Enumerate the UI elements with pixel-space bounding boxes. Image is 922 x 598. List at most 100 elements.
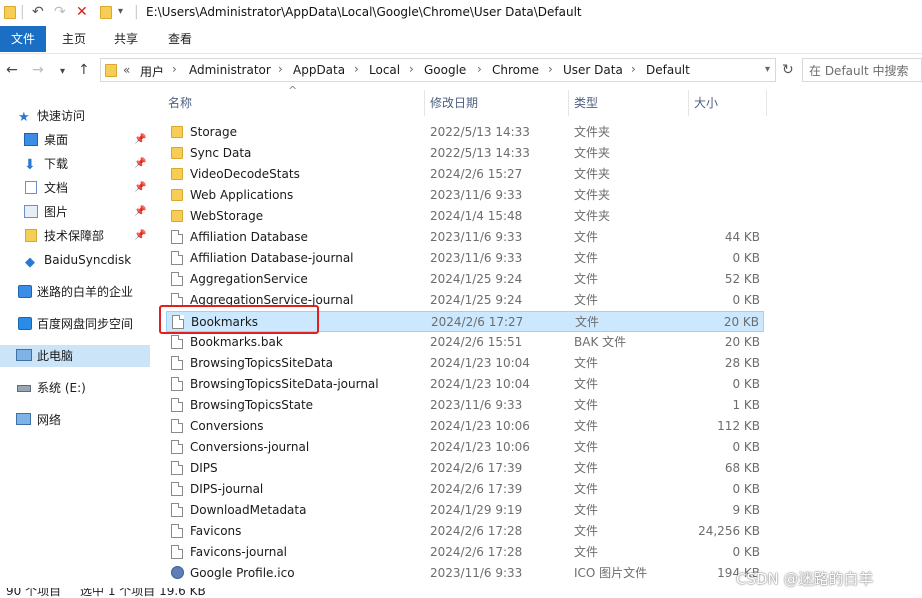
tab-file[interactable]: 文件 [0, 26, 46, 52]
file-date: 2024/2/6 17:27 [431, 315, 524, 329]
up-icon[interactable]: ↑ [78, 62, 90, 78]
folder-icon [171, 210, 183, 222]
pin-icon[interactable]: 📌 [134, 177, 146, 199]
window-title: E:\Users\Administrator\AppData\Local\Goo… [146, 5, 582, 19]
file-row[interactable]: Affiliation Database 2023/11/6 9:33 文件 44 K… [166, 227, 764, 248]
file-row[interactable]: BrowsingTopicsSiteData-journal 2024/1/23 … [166, 374, 764, 395]
column-header-size[interactable]: 大小 [694, 90, 764, 116]
address-row: ← → ▾ ↑ « 用户 › Administrator › AppData ›… [0, 54, 922, 87]
file-row[interactable]: Sync Data 2022/5/13 14:33 文件夹 [166, 143, 764, 164]
breadcrumb-users[interactable]: 用户 [140, 63, 164, 80]
file-row[interactable]: Bookmarks.bak 2024/2/6 15:51 BAK 文件 20 KB [166, 332, 764, 353]
tab-view[interactable]: 查看 [160, 26, 200, 52]
forward-icon[interactable]: → [32, 62, 44, 78]
breadcrumb-user-data[interactable]: User Data [563, 63, 623, 77]
file-row[interactable]: Conversions-journal 2024/1/23 10:06 文件 0 KB [166, 437, 764, 458]
chevron-right-icon[interactable]: › [409, 62, 414, 76]
search-box[interactable] [802, 58, 922, 82]
sidebar-item-quick-access[interactable]: ★ 快速访问 [0, 105, 150, 127]
pin-icon[interactable]: 📌 [134, 225, 146, 247]
sidebar-item-baidu-netdisk[interactable]: 百度网盘同步空间 [0, 313, 150, 335]
file-date: 2022/5/13 14:33 [430, 125, 530, 139]
sidebar-item-baidusyncdisk[interactable]: ◆ BaiduSyncdisk [0, 249, 150, 271]
file-row[interactable]: Storage 2022/5/13 14:33 文件夹 [166, 122, 764, 143]
breadcrumb-google[interactable]: Google [424, 63, 466, 77]
breadcrumb-default[interactable]: Default [646, 63, 690, 77]
back-icon[interactable]: ← [6, 62, 18, 78]
redo-icon[interactable]: ↷ [54, 4, 66, 20]
column-header-name[interactable]: 名称 [168, 90, 418, 116]
file-row[interactable]: Google Profile.ico 2023/11/6 9:33 ICO 图片文件… [166, 563, 764, 584]
file-row[interactable]: Favicons-journal 2024/2/6 17:28 文件 0 KB [166, 542, 764, 563]
tab-share[interactable]: 共享 [106, 26, 146, 52]
sidebar-item-this-pc[interactable]: 此电脑 [0, 345, 150, 367]
file-row[interactable]: Affiliation Database-journal 2023/11/6 9:… [166, 248, 764, 269]
file-row[interactable]: Web Applications 2023/11/6 9:33 文件夹 [166, 185, 764, 206]
delete-icon[interactable]: ✕ [76, 4, 88, 20]
chevron-right-icon[interactable]: › [477, 62, 482, 76]
file-row[interactable]: BrowsingTopicsState 2023/11/6 9:33 文件 1 KB [166, 395, 764, 416]
pin-icon[interactable]: 📌 [134, 129, 146, 151]
column-header-type[interactable]: 类型 [574, 90, 684, 116]
sidebar-item-documents[interactable]: 文档 📌 [0, 177, 150, 199]
tab-home[interactable]: 主页 [54, 26, 94, 52]
sidebar-item-enterprise[interactable]: 迷路的白羊的企业 [0, 281, 150, 303]
pin-icon[interactable]: 📌 [134, 153, 146, 175]
file-date: 2024/2/6 17:39 [430, 482, 523, 496]
file-row[interactable]: WebStorage 2024/1/4 15:48 文件夹 [166, 206, 764, 227]
breadcrumb-administrator[interactable]: Administrator [189, 63, 271, 77]
address-overflow[interactable]: « [123, 63, 130, 77]
file-name: Conversions [190, 419, 264, 433]
sidebar-item-pictures[interactable]: 图片 📌 [0, 201, 150, 223]
download-icon: ⬇ [24, 157, 36, 173]
recent-locations-icon[interactable]: ▾ [60, 64, 65, 80]
breadcrumb-local[interactable]: Local [369, 63, 400, 77]
chevron-down-icon[interactable]: ▾ [765, 64, 770, 75]
chevron-right-icon[interactable]: › [354, 62, 359, 76]
ribbon-tabs: 文件 主页 共享 查看 [0, 26, 922, 54]
column-divider[interactable] [766, 90, 767, 116]
file-row[interactable]: AggregationService 2024/1/25 9:24 文件 52 KB [166, 269, 764, 290]
new-folder-icon[interactable] [100, 6, 112, 19]
file-type: 文件夹 [574, 188, 611, 202]
file-row[interactable]: DIPS 2024/2/6 17:39 文件 68 KB [166, 458, 764, 479]
separator: | [134, 4, 139, 20]
chevron-right-icon[interactable]: › [172, 62, 177, 76]
sidebar-item-label: BaiduSyncdisk [44, 253, 132, 267]
pin-icon[interactable]: 📌 [134, 201, 146, 223]
breadcrumb-appdata[interactable]: AppData [293, 63, 345, 77]
breadcrumb-chrome[interactable]: Chrome [492, 63, 539, 77]
file-date: 2023/11/6 9:33 [430, 251, 523, 265]
file-type: 文件 [574, 230, 599, 244]
file-row[interactable]: DownloadMetadata 2024/1/29 9:19 文件 9 KB [166, 500, 764, 521]
file-row[interactable]: BrowsingTopicsSiteData 2024/1/23 10:04 文件 2… [166, 353, 764, 374]
file-row[interactable]: Conversions 2024/1/23 10:06 文件 112 KB [166, 416, 764, 437]
undo-icon[interactable]: ↶ [32, 4, 44, 20]
sidebar-item-drive-e[interactable]: 系统 (E:) [0, 377, 150, 399]
chevron-down-icon[interactable]: ▾ [118, 4, 123, 20]
file-icon [171, 356, 183, 370]
column-divider[interactable] [688, 90, 689, 116]
search-input[interactable] [807, 60, 922, 82]
sidebar-item-tech-dept[interactable]: 技术保障部 📌 [0, 225, 150, 247]
column-divider[interactable] [424, 90, 425, 116]
file-row[interactable]: DIPS-journal 2024/2/6 17:39 文件 0 KB [166, 479, 764, 500]
chevron-right-icon[interactable]: › [548, 62, 553, 76]
sidebar-item-label: 此电脑 [37, 349, 74, 363]
address-bar[interactable]: « 用户 › Administrator › AppData › Local ›… [100, 58, 776, 82]
file-row[interactable]: VideoDecodeStats 2024/2/6 15:27 文件夹 [166, 164, 764, 185]
refresh-icon[interactable]: ↻ [782, 62, 794, 78]
file-row[interactable]: Favicons 2024/2/6 17:28 文件 24,256 KB [166, 521, 764, 542]
column-header-date[interactable]: 修改日期 [430, 90, 560, 116]
sidebar-item-network[interactable]: 网络 [0, 409, 150, 431]
file-icon [171, 524, 183, 538]
chevron-right-icon[interactable]: › [631, 62, 636, 76]
file-type: 文件 [574, 482, 599, 496]
chevron-right-icon[interactable]: › [278, 62, 283, 76]
column-divider[interactable] [568, 90, 569, 116]
document-icon [25, 181, 37, 194]
sidebar-item-label: 图片 [44, 205, 69, 219]
file-size: 44 KB [724, 230, 760, 244]
sidebar-item-desktop[interactable]: 桌面 📌 [0, 129, 150, 151]
sidebar-item-downloads[interactable]: ⬇ 下载 📌 [0, 153, 150, 175]
